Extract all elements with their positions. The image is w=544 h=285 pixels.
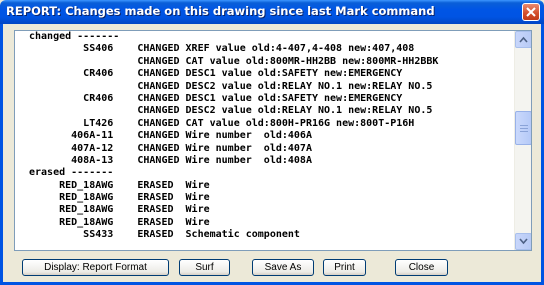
report-line: CHANGED DESC2 value old:RELAY NO.1 new:R… [29,80,433,92]
save-as-button[interactable]: Save As [252,259,314,276]
close-window-button[interactable] [522,3,540,21]
report-line: CHANGED CAT value old:800MR-HH2BB new:80… [29,55,439,67]
report-text-box[interactable]: changed ------- SS406 CHANGED XREF value… [14,30,532,251]
close-button[interactable]: Close [395,259,448,276]
thumb-grip-line [520,125,528,126]
report-line: 406A-11 CHANGED Wire number old:406A [29,130,312,142]
thumb-grip-line [520,128,528,129]
scroll-up-arrow-icon [519,36,528,43]
report-line: erased ------- [29,167,114,179]
vertical-scrollbar[interactable] [514,31,531,250]
display-report-format-button[interactable]: Display: Report Format [22,259,169,276]
report-line: CR406 CHANGED DESC1 value old:SAFETY new… [29,68,403,80]
surf-button[interactable]: Surf [179,259,230,276]
report-line: SS406 CHANGED XREF value old:4-407,4-408… [29,43,415,55]
title-bar[interactable]: REPORT: Changes made on this drawing sin… [0,0,544,24]
scroll-down-arrow-icon [519,238,528,245]
report-line: CR406 CHANGED DESC1 value old:SAFETY new… [29,92,403,104]
report-line: 407A-12 CHANGED Wire number old:407A [29,142,312,154]
scroll-down-button[interactable] [515,233,531,250]
report-line: RED_18AWG ERASED Wire [29,179,210,191]
scroll-up-button[interactable] [515,31,531,48]
scroll-thumb[interactable] [515,111,531,145]
report-line: RED_18AWG ERASED Wire [29,204,210,216]
window-title: REPORT: Changes made on this drawing sin… [6,4,435,18]
report-content[interactable]: changed ------- SS406 CHANGED XREF value… [15,31,515,250]
report-line: CHANGED DESC2 value old:RELAY NO.1 new:R… [29,105,433,117]
thumb-grip-line [520,131,528,132]
report-line: RED_18AWG ERASED Wire [29,192,210,204]
close-icon [526,7,536,17]
report-line: changed ------- [29,31,120,42]
report-line: LT426 CHANGED CAT value old:800H-PR16G n… [29,117,415,129]
report-line: 408A-13 CHANGED Wire number old:408A [29,154,312,166]
report-line: SS433 ERASED Schematic component [29,229,300,241]
report-line: RED_18AWG ERASED Wire [29,216,210,228]
print-button[interactable]: Print [323,259,366,276]
